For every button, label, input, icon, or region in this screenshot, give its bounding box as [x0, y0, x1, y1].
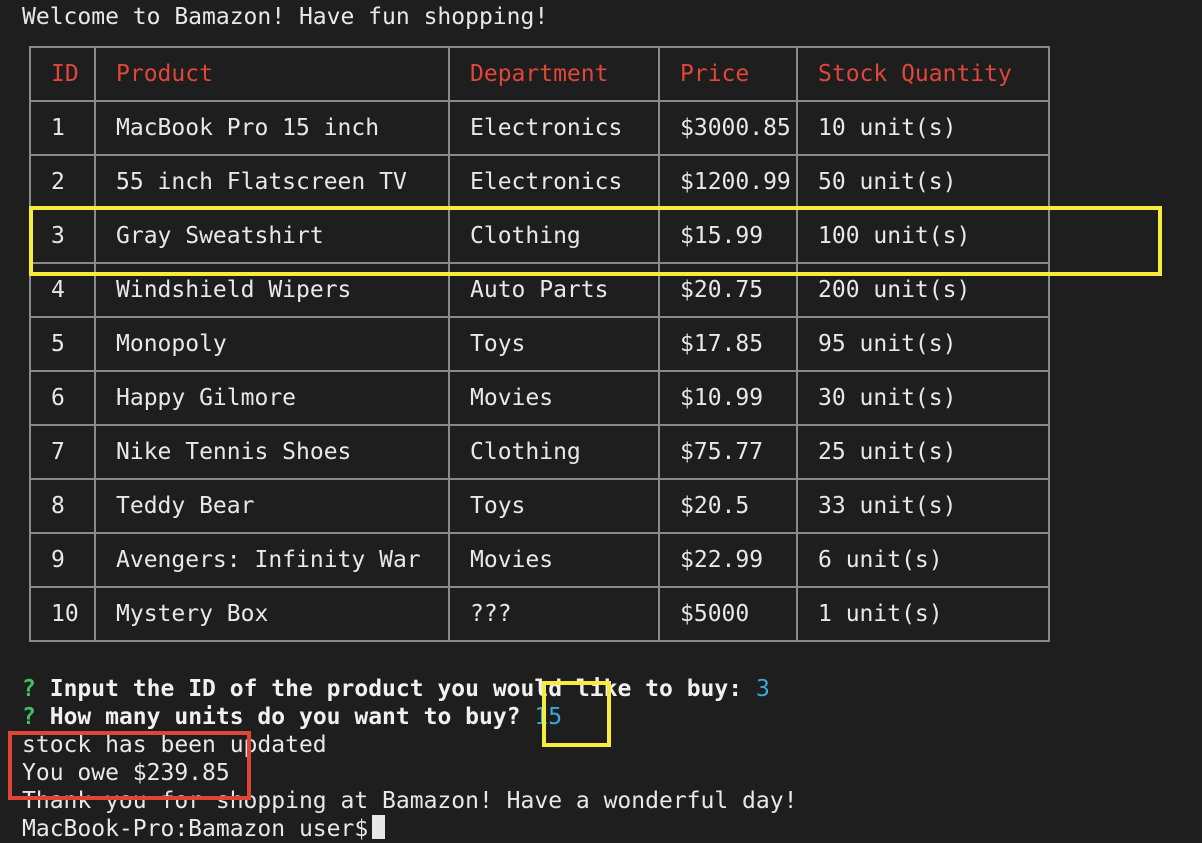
cell-department: Toys	[448, 478, 660, 534]
cell-stock: 25 unit(s)	[796, 424, 1050, 480]
cell-price: $17.85	[658, 316, 798, 372]
cell-department: Toys	[448, 316, 660, 372]
cell-product: MacBook Pro 15 inch	[94, 100, 450, 156]
header-price: Price	[658, 46, 798, 102]
question-mark-icon: ?	[22, 676, 36, 702]
prompt-quantity: ? How many units do you want to buy? 15	[22, 703, 562, 731]
cell-id: 5	[29, 316, 96, 372]
cell-stock: 100 unit(s)	[796, 208, 1050, 264]
cell-department: Clothing	[448, 424, 660, 480]
cell-department: Electronics	[448, 154, 660, 210]
header-department: Department	[448, 46, 660, 102]
table-row: 4 Windshield Wipers Auto Parts $20.75 20…	[29, 262, 1050, 318]
cell-id: 9	[29, 532, 96, 588]
cell-product: 55 inch Flatscreen TV	[94, 154, 450, 210]
cell-id: 8	[29, 478, 96, 534]
cell-product: Monopoly	[94, 316, 450, 372]
cell-stock: 6 unit(s)	[796, 532, 1050, 588]
cell-product: Happy Gilmore	[94, 370, 450, 426]
thank-you-message: Thank you for shopping at Bamazon! Have …	[22, 788, 798, 814]
products-table: ID Product Department Price Stock Quanti…	[29, 46, 1050, 642]
cell-product: Avengers: Infinity War	[94, 532, 450, 588]
shell-prompt-line[interactable]: MacBook-Pro:Bamazon user$	[22, 815, 386, 843]
cell-stock: 200 unit(s)	[796, 262, 1050, 318]
cell-department: Electronics	[448, 100, 660, 156]
prompt-product-id: ? Input the ID of the product you would …	[22, 675, 770, 703]
cell-price: $10.99	[658, 370, 798, 426]
header-product: Product	[94, 46, 450, 102]
cell-product: Windshield Wipers	[94, 262, 450, 318]
cell-stock: 30 unit(s)	[796, 370, 1050, 426]
table-row: 7 Nike Tennis Shoes Clothing $75.77 25 u…	[29, 424, 1050, 480]
cell-department: Clothing	[448, 208, 660, 264]
cell-product: Nike Tennis Shoes	[94, 424, 450, 480]
cell-department: Auto Parts	[448, 262, 660, 318]
cell-department: Movies	[448, 532, 660, 588]
prompt-question: How many units do you want to buy?	[49, 704, 521, 730]
table-row: 10 Mystery Box ??? $5000 1 unit(s)	[29, 586, 1050, 642]
prompt-answer-id[interactable]: 3	[756, 676, 770, 702]
table-row: 1 MacBook Pro 15 inch Electronics $3000.…	[29, 100, 1050, 156]
cell-stock: 95 unit(s)	[796, 316, 1050, 372]
cell-id: 6	[29, 370, 96, 426]
cell-department: ???	[448, 586, 660, 642]
cell-price: $75.77	[658, 424, 798, 480]
header-stock-quantity: Stock Quantity	[796, 46, 1050, 102]
cell-price: $20.75	[658, 262, 798, 318]
cell-id: 10	[29, 586, 96, 642]
shell-prompt: MacBook-Pro:Bamazon user$	[22, 816, 369, 842]
text-cursor	[372, 815, 386, 839]
table-row: 9 Avengers: Infinity War Movies $22.99 6…	[29, 532, 1050, 588]
cell-price: $1200.99	[658, 154, 798, 210]
stock-updated-message: stock has been updated	[22, 732, 327, 758]
cell-stock: 10 unit(s)	[796, 100, 1050, 156]
prompt-question: Input the ID of the product you would li…	[49, 676, 743, 702]
cell-stock: 50 unit(s)	[796, 154, 1050, 210]
cell-price: $22.99	[658, 532, 798, 588]
cell-product: Mystery Box	[94, 586, 450, 642]
table-row: 6 Happy Gilmore Movies $10.99 30 unit(s)	[29, 370, 1050, 426]
table-row: 5 Monopoly Toys $17.85 95 unit(s)	[29, 316, 1050, 372]
table-row: 8 Teddy Bear Toys $20.5 33 unit(s)	[29, 478, 1050, 534]
cell-id: 3	[29, 208, 96, 264]
question-mark-icon: ?	[22, 704, 36, 730]
prompt-answer-quantity[interactable]: 15	[534, 704, 562, 730]
cell-product: Gray Sweatshirt	[94, 208, 450, 264]
cell-stock: 33 unit(s)	[796, 478, 1050, 534]
table-header-row: ID Product Department Price Stock Quanti…	[29, 46, 1050, 102]
cell-price: $3000.85	[658, 100, 798, 156]
cell-id: 1	[29, 100, 96, 156]
welcome-message: Welcome to Bamazon! Have fun shopping!	[22, 4, 549, 30]
cell-id: 4	[29, 262, 96, 318]
terminal-window[interactable]: Welcome to Bamazon! Have fun shopping! I…	[0, 0, 1202, 842]
cell-price: $5000	[658, 586, 798, 642]
cell-product: Teddy Bear	[94, 478, 450, 534]
cell-stock: 1 unit(s)	[796, 586, 1050, 642]
amount-owed-message: You owe $239.85	[22, 760, 230, 786]
cell-id: 2	[29, 154, 96, 210]
header-id: ID	[29, 46, 96, 102]
cell-id: 7	[29, 424, 96, 480]
cell-price: $20.5	[658, 478, 798, 534]
table-row: 2 55 inch Flatscreen TV Electronics $120…	[29, 154, 1050, 210]
cell-price: $15.99	[658, 208, 798, 264]
table-row: 3 Gray Sweatshirt Clothing $15.99 100 un…	[29, 208, 1050, 264]
cell-department: Movies	[448, 370, 660, 426]
